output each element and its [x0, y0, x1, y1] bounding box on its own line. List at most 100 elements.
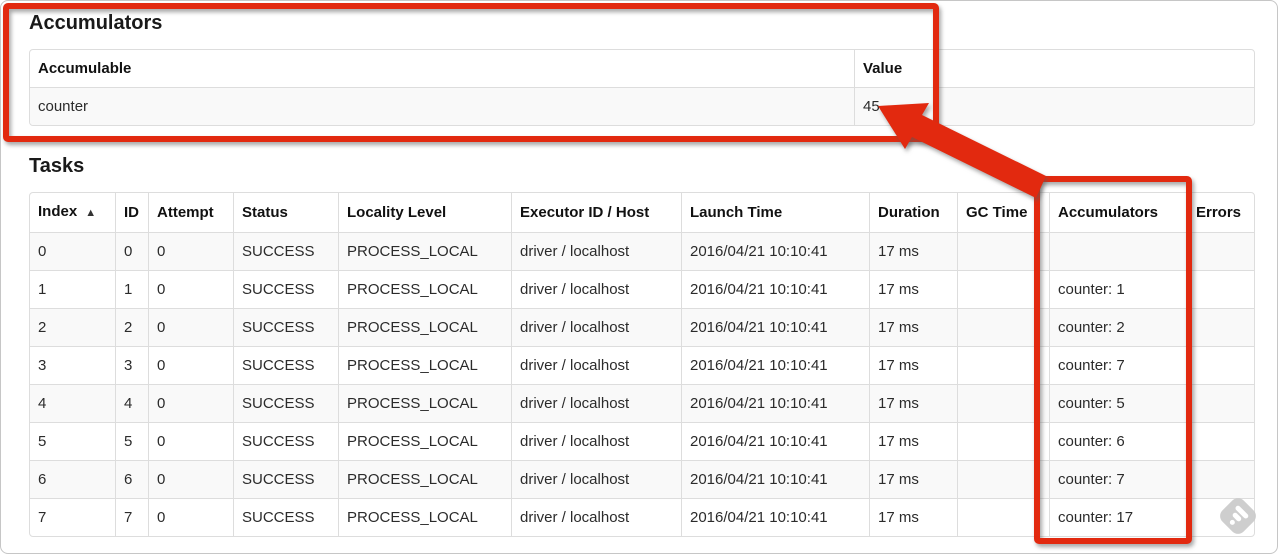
cell-duration: 17 ms [869, 384, 957, 422]
cell-status: SUCCESS [233, 308, 338, 346]
cell-gc-time [957, 308, 1049, 346]
column-header-label: Index [38, 203, 78, 220]
cell-duration: 17 ms [869, 498, 957, 536]
cell-accumulators: counter: 5 [1049, 384, 1187, 422]
table-row: 5 5 0 SUCCESS PROCESS_LOCAL driver / localhos… [30, 422, 1254, 460]
cell-accumulators: counter: 2 [1049, 308, 1187, 346]
table-row: 2 2 0 SUCCESS PROCESS_LOCAL driver / localhos… [30, 308, 1254, 346]
column-header-index[interactable]: Index ▲ [30, 193, 115, 232]
column-header-gc-time[interactable]: GC Time [957, 193, 1049, 232]
cell-launch-time: 2016/04/21 10:10:41 [681, 498, 869, 536]
cell-launch-time: 2016/04/21 10:10:41 [681, 422, 869, 460]
column-header-value[interactable]: Value [854, 50, 1254, 87]
cell-errors [1187, 384, 1254, 422]
cell-id: 6 [115, 460, 148, 498]
cell-index: 5 [30, 422, 115, 460]
cell-errors [1187, 308, 1254, 346]
cell-launch-time: 2016/04/21 10:10:41 [681, 346, 869, 384]
cell-attempt: 0 [148, 460, 233, 498]
cell-accumulable: counter [30, 87, 854, 125]
column-header-label: Accumulable [38, 60, 132, 77]
cell-id: 5 [115, 422, 148, 460]
column-header-accumulable[interactable]: Accumulable [30, 50, 854, 87]
cell-id: 3 [115, 346, 148, 384]
cell-locality-level: PROCESS_LOCAL [338, 384, 511, 422]
cell-attempt: 0 [148, 498, 233, 536]
cell-accumulators [1049, 232, 1187, 270]
column-header-launch-time[interactable]: Launch Time [681, 193, 869, 232]
header-row: Index ▲ ID Attempt Status Locality Level Execu… [30, 193, 1254, 232]
column-header-label: Attempt [157, 204, 214, 221]
column-header-label: Errors [1196, 204, 1242, 221]
tasks-table-header: Index ▲ ID Attempt Status Locality Level Execu… [30, 193, 1254, 232]
cell-index: 4 [30, 384, 115, 422]
table-row: counter 45 [30, 87, 1254, 125]
cell-executor-id-host: driver / localhost [511, 346, 681, 384]
table-row: 4 4 0 SUCCESS PROCESS_LOCAL driver / localhos… [30, 384, 1254, 422]
cell-locality-level: PROCESS_LOCAL [338, 232, 511, 270]
column-header-label: GC Time [966, 204, 1028, 221]
cell-id: 2 [115, 308, 148, 346]
cell-errors [1187, 270, 1254, 308]
cell-executor-id-host: driver / localhost [511, 232, 681, 270]
cell-accumulators: counter: 1 [1049, 270, 1187, 308]
cell-gc-time [957, 270, 1049, 308]
column-header-executor-id-host[interactable]: Executor ID / Host [511, 193, 681, 232]
cell-index: 3 [30, 346, 115, 384]
cell-gc-time [957, 346, 1049, 384]
cell-index: 6 [30, 460, 115, 498]
cell-launch-time: 2016/04/21 10:10:41 [681, 270, 869, 308]
column-header-label: ID [124, 204, 139, 221]
page-frame: Accumulators Accumulable Value counter 45 … [0, 0, 1278, 554]
cell-errors [1187, 460, 1254, 498]
cell-duration: 17 ms [869, 460, 957, 498]
sort-ascending-icon: ▲ [85, 207, 97, 219]
cell-errors [1187, 232, 1254, 270]
cell-launch-time: 2016/04/21 10:10:41 [681, 308, 869, 346]
cell-status: SUCCESS [233, 422, 338, 460]
cell-locality-level: PROCESS_LOCAL [338, 422, 511, 460]
cell-index: 0 [30, 232, 115, 270]
cell-locality-level: PROCESS_LOCAL [338, 346, 511, 384]
cell-gc-time [957, 460, 1049, 498]
tasks-table: Index ▲ ID Attempt Status Locality Level Execu… [29, 192, 1255, 537]
cell-id: 0 [115, 232, 148, 270]
cell-index: 1 [30, 270, 115, 308]
table-row: 3 3 0 SUCCESS PROCESS_LOCAL driver / localhos… [30, 346, 1254, 384]
cell-index: 2 [30, 308, 115, 346]
cell-accumulators: counter: 7 [1049, 346, 1187, 384]
cell-id: 1 [115, 270, 148, 308]
column-header-label: Accumulators [1058, 204, 1159, 221]
tasks-section-title: Tasks [29, 155, 85, 177]
cell-locality-level: PROCESS_LOCAL [338, 308, 511, 346]
cell-attempt: 0 [148, 346, 233, 384]
cell-duration: 17 ms [869, 232, 957, 270]
cell-gc-time [957, 384, 1049, 422]
column-header-duration[interactable]: Duration [869, 193, 957, 232]
cell-status: SUCCESS [233, 270, 338, 308]
cell-executor-id-host: driver / localhost [511, 270, 681, 308]
column-header-id[interactable]: ID [115, 193, 148, 232]
cell-duration: 17 ms [869, 308, 957, 346]
cell-launch-time: 2016/04/21 10:10:41 [681, 384, 869, 422]
column-header-label: Value [863, 60, 903, 77]
accumulators-section-title: Accumulators [29, 12, 163, 34]
column-header-label: Locality Level [347, 204, 447, 221]
cell-errors [1187, 346, 1254, 384]
cell-accumulators: counter: 6 [1049, 422, 1187, 460]
column-header-errors[interactable]: Errors [1187, 193, 1254, 232]
cell-status: SUCCESS [233, 232, 338, 270]
cell-value: 45 [854, 87, 1254, 125]
accumulators-table-body: counter 45 [30, 87, 1254, 125]
column-header-locality-level[interactable]: Locality Level [338, 193, 511, 232]
cell-executor-id-host: driver / localhost [511, 422, 681, 460]
table-row: 0 0 0 SUCCESS PROCESS_LOCAL driver / localhos… [30, 232, 1254, 270]
page-content: Accumulators Accumulable Value counter 45 … [1, 11, 1277, 537]
cell-id: 4 [115, 384, 148, 422]
column-header-status[interactable]: Status [233, 193, 338, 232]
cell-errors [1187, 422, 1254, 460]
cell-gc-time [957, 422, 1049, 460]
column-header-accumulators[interactable]: Accumulators [1049, 193, 1187, 232]
cell-duration: 17 ms [869, 270, 957, 308]
column-header-attempt[interactable]: Attempt [148, 193, 233, 232]
